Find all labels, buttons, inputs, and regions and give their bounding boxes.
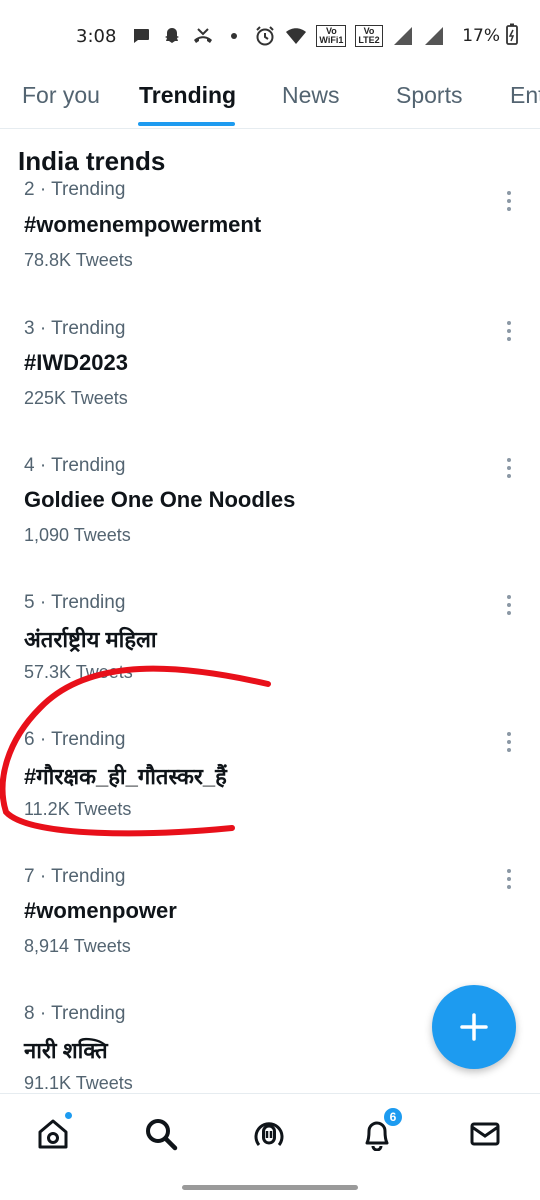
trend-count: 8,914 Tweets xyxy=(24,936,131,956)
nav-notifications[interactable]: 6 xyxy=(357,1107,403,1154)
home-icon xyxy=(38,1119,68,1149)
trend-name: #womenpower xyxy=(24,898,177,923)
mail-icon xyxy=(470,1122,500,1146)
trend-item[interactable]: 2 · Trending #womenempowerment 78.8K Twe… xyxy=(0,180,540,317)
bottom-navigation: 6 xyxy=(0,1093,540,1200)
trends-list: 2 · Trending #womenempowerment 78.8K Twe… xyxy=(0,180,540,1092)
compose-tweet-button[interactable] xyxy=(432,985,516,1069)
more-options-icon[interactable] xyxy=(502,321,516,341)
more-options-icon[interactable] xyxy=(502,458,516,478)
trend-count: 1,090 Tweets xyxy=(24,525,131,545)
notification-count-badge: 6 xyxy=(383,1107,403,1127)
trend-meta: 4 · Trending xyxy=(24,455,126,476)
trend-name: Goldiee One One Noodles xyxy=(24,487,296,512)
volte-tag: Vo LTE2 xyxy=(355,25,383,47)
trend-name: नारी शक्ति xyxy=(24,1038,108,1063)
trend-count: 225K Tweets xyxy=(24,388,128,408)
status-time: 3:08 xyxy=(76,25,117,47)
home-unread-dot xyxy=(64,1111,73,1120)
trend-count: 11.2K Tweets xyxy=(24,799,132,819)
signal-icon xyxy=(392,25,414,47)
vowifi-tag: Vo WiFi1 xyxy=(316,25,347,47)
status-bar: 3:08 Vo WiFi1 Vo LTE2 17% xyxy=(0,0,540,72)
snapchat-icon xyxy=(161,25,183,47)
trend-item[interactable]: 6 · Trending #गौरक्षक_ही_गौतस्कर_हैं 11.… xyxy=(0,729,540,866)
trend-meta: 8 · Trending xyxy=(24,1003,126,1024)
alarm-icon xyxy=(254,25,276,47)
nav-messages[interactable] xyxy=(465,1114,505,1154)
more-options-icon[interactable] xyxy=(502,191,516,211)
trend-meta: 5 · Trending xyxy=(24,592,126,613)
tab-entertainment[interactable]: Ent xyxy=(510,82,540,109)
more-options-icon[interactable] xyxy=(502,732,516,752)
more-options-icon[interactable] xyxy=(502,595,516,615)
trend-count: 91.1K Tweets xyxy=(24,1073,133,1092)
trend-name: अंतर्राष्ट्रीय महिला xyxy=(24,627,157,652)
messages-icon xyxy=(130,25,152,47)
trend-meta: 7 · Trending xyxy=(24,866,126,887)
tab-trending[interactable]: Trending xyxy=(139,82,236,109)
explore-tabs: For you Trending News Sports Ent xyxy=(0,72,540,129)
active-tab-indicator xyxy=(138,122,235,126)
tab-news[interactable]: News xyxy=(282,82,340,109)
plus-icon xyxy=(460,1013,488,1041)
wifi-icon xyxy=(285,25,307,47)
tab-sports[interactable]: Sports xyxy=(396,82,462,109)
missed-call-icon xyxy=(192,25,214,47)
trend-name: #गौरक्षक_ही_गौतस्कर_हैं xyxy=(24,764,227,789)
gesture-navigation-bar[interactable] xyxy=(182,1185,358,1190)
signal-icon xyxy=(423,25,445,47)
tab-for-you[interactable]: For you xyxy=(22,82,100,109)
trend-name: #IWD2023 xyxy=(24,350,128,375)
trend-item[interactable]: 4 · Trending Goldiee One One Noodles 1,0… xyxy=(0,455,540,592)
trend-count: 78.8K Tweets xyxy=(24,250,133,270)
trend-item[interactable]: 7 · Trending #womenpower 8,914 Tweets xyxy=(0,866,540,1003)
status-icons: Vo WiFi1 Vo LTE2 xyxy=(130,25,462,47)
nav-search[interactable] xyxy=(141,1114,181,1154)
trend-count: 57.3K Tweets xyxy=(24,662,133,682)
dot-icon xyxy=(223,25,245,47)
trend-item[interactable]: 3 · Trending #IWD2023 225K Tweets xyxy=(0,318,540,455)
search-icon xyxy=(146,1119,178,1151)
nav-spaces[interactable] xyxy=(249,1114,289,1154)
battery-percent: 17% xyxy=(462,26,500,46)
battery-icon xyxy=(506,23,518,50)
nav-home[interactable] xyxy=(33,1111,73,1154)
more-options-icon[interactable] xyxy=(502,869,516,889)
trend-meta: 3 · Trending xyxy=(24,318,126,339)
trend-meta: 2 · Trending xyxy=(24,180,126,200)
battery-status: 17% xyxy=(462,23,518,50)
page-title: India trends xyxy=(18,146,166,176)
spaces-icon xyxy=(254,1122,284,1146)
trend-meta: 6 · Trending xyxy=(24,729,126,750)
trend-name: #womenempowerment xyxy=(24,212,262,237)
trend-item[interactable]: 5 · Trending अंतर्राष्ट्रीय महिला 57.3K … xyxy=(0,592,540,729)
